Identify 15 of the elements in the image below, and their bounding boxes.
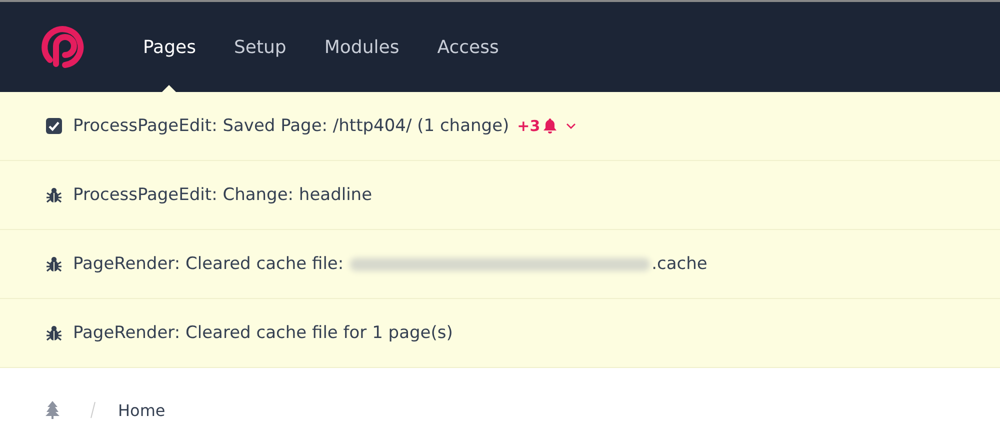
separator-icon bbox=[89, 401, 97, 419]
breadcrumb-link[interactable]: Home bbox=[118, 400, 166, 420]
notice-text: ProcessPageEdit: Change: headline bbox=[73, 185, 372, 205]
notice-text: PageRender: Cleared cache file for 1 page(s) bbox=[73, 323, 453, 343]
nav-tab[interactable]: Modules bbox=[305, 2, 418, 92]
notice-count: +3 bbox=[517, 117, 540, 135]
nav-tab[interactable]: Access bbox=[418, 2, 518, 92]
tree-icon[interactable] bbox=[45, 401, 60, 419]
bell-icon bbox=[543, 118, 558, 134]
caret-icon[interactable] bbox=[566, 123, 576, 129]
nav-tab[interactable]: Pages bbox=[124, 2, 215, 92]
notice-text: .cache bbox=[652, 254, 708, 274]
nav-tab[interactable]: Setup bbox=[214, 2, 306, 92]
notice-text: ProcessPageEdit: Saved Page: /http404/ (1 change) bbox=[73, 116, 510, 136]
notice-text: PageRender: Cleared cache file: bbox=[73, 254, 344, 274]
